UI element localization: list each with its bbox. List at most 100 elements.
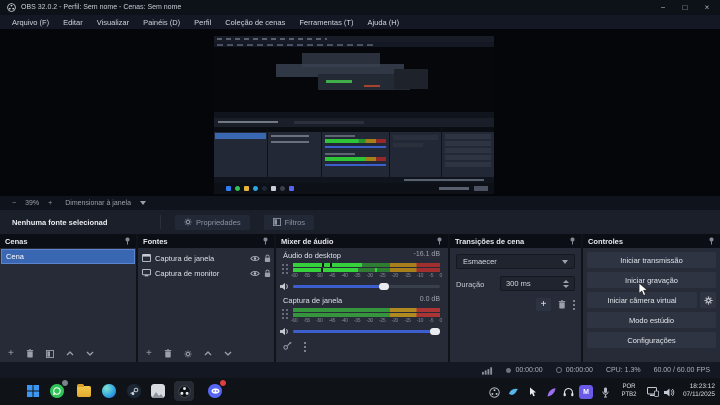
start-button[interactable]	[24, 382, 42, 400]
taskbar-photos-icon[interactable]	[149, 382, 167, 400]
menu-paineis[interactable]: Painéis (D)	[136, 18, 187, 27]
system-clock[interactable]: 18:23:1207/11/2025	[683, 383, 715, 399]
slider-handle[interactable]	[430, 328, 440, 335]
menu-editar[interactable]: Editar	[56, 18, 90, 27]
speaker-icon[interactable]	[280, 282, 290, 291]
add-transition-button[interactable]: +	[536, 298, 551, 311]
move-scene-down-button[interactable]	[86, 351, 94, 356]
tray-bird-icon[interactable]	[506, 385, 520, 399]
preview-canvas[interactable]	[0, 29, 720, 196]
tray-network-icon[interactable]	[646, 385, 660, 399]
stream-indicator-icon	[556, 367, 562, 373]
transition-menu-dots-icon[interactable]	[573, 300, 575, 302]
source-properties-gear-icon[interactable]	[184, 350, 192, 358]
pin-icon[interactable]	[569, 237, 576, 245]
slider-handle[interactable]	[379, 283, 389, 290]
menu-colecao-de-cenas[interactable]: Coleção de cenas	[218, 18, 292, 27]
pin-icon[interactable]	[124, 237, 131, 245]
lock-icon[interactable]	[264, 269, 271, 278]
mini-taskbar	[214, 183, 494, 194]
tray-medal-icon[interactable]: M	[579, 385, 593, 399]
remove-scene-button[interactable]	[26, 349, 34, 358]
window-capture-icon	[142, 254, 151, 262]
pin-icon[interactable]	[436, 237, 443, 245]
transition-selected-value: Esmaecer	[463, 257, 497, 266]
tick-label: -55	[304, 273, 310, 279]
taskbar-whatsapp-icon[interactable]	[48, 382, 66, 400]
chevron-down-icon[interactable]	[140, 201, 146, 205]
fit-mode-label[interactable]: Dimensionar à janela	[65, 200, 131, 207]
taskbar-steam-icon[interactable]	[125, 382, 143, 400]
scenes-title: Cenas	[5, 237, 28, 246]
eye-icon[interactable]	[250, 255, 260, 262]
lock-icon[interactable]	[264, 254, 271, 263]
obs-window: OBS 32.0.2 - Perfil: Sem nome - Cenas: S…	[0, 0, 720, 405]
zoom-in-button[interactable]: +	[48, 200, 52, 207]
volume-slider[interactable]	[293, 330, 440, 333]
spin-down-icon[interactable]	[563, 285, 569, 288]
source-item-window-capture[interactable]: Captura de janela	[142, 251, 271, 265]
remove-transition-button[interactable]	[558, 300, 566, 309]
channel-level: -16.1 dB	[414, 251, 440, 258]
start-recording-button[interactable]: Iniciar gravação	[587, 272, 716, 288]
menu-ferramentas[interactable]: Ferramentas (T)	[292, 18, 360, 27]
tray-obs-icon[interactable]	[487, 385, 501, 399]
menu-perfil[interactable]: Perfil	[187, 18, 218, 27]
menu-arquivo[interactable]: Arquivo (F)	[5, 18, 56, 27]
start-streaming-button[interactable]: Iniciar transmissão	[587, 252, 716, 268]
cpu-usage: CPU: 1.3%	[606, 367, 641, 374]
duration-spinner[interactable]: 300 ms	[500, 276, 575, 291]
settings-button[interactable]: Configurações	[587, 332, 716, 348]
menu-ajuda[interactable]: Ajuda (H)	[361, 18, 407, 27]
zoom-out-button[interactable]: −	[12, 200, 16, 207]
tray-feather-icon[interactable]	[544, 385, 558, 399]
advanced-audio-icon[interactable]	[283, 342, 292, 351]
close-button[interactable]: ×	[696, 0, 718, 15]
tray-cursor-icon[interactable]	[526, 385, 540, 399]
properties-button[interactable]: Propriedades	[175, 215, 250, 230]
scene-item-selected[interactable]: Cena	[1, 249, 135, 264]
move-scene-up-button[interactable]	[66, 351, 74, 356]
speaker-icon[interactable]	[280, 327, 290, 336]
volume-slider[interactable]	[293, 285, 440, 288]
transition-select[interactable]: Esmaecer	[456, 254, 575, 269]
channel-name: Áudio do desktop	[283, 251, 341, 260]
menu-visualizar[interactable]: Visualizar	[90, 18, 136, 27]
pin-icon[interactable]	[262, 237, 269, 245]
taskbar-edge-icon[interactable]	[100, 382, 118, 400]
taskbar-discord-icon[interactable]	[206, 382, 224, 400]
taskbar-explorer-icon[interactable]	[75, 382, 93, 400]
tray-microphone-icon[interactable]	[598, 385, 612, 399]
add-source-button[interactable]: +	[146, 349, 152, 358]
spin-up-icon[interactable]	[563, 280, 569, 283]
eye-icon[interactable]	[250, 270, 260, 277]
source-item-monitor-capture[interactable]: Captura de monitor	[142, 266, 271, 280]
move-source-up-button[interactable]	[204, 351, 212, 356]
virtual-camera-config-button[interactable]	[700, 292, 716, 308]
tray-headphones-icon[interactable]	[561, 385, 575, 399]
tick-label: -25	[379, 273, 385, 279]
zoom-level: 39%	[25, 200, 39, 207]
vu-meter	[293, 313, 440, 317]
scene-filters-icon[interactable]	[46, 350, 54, 358]
stream-time: 00:00:00	[566, 367, 593, 374]
tick-label: -25	[379, 318, 385, 324]
mixer-menu-dots-icon[interactable]	[304, 342, 306, 344]
studio-mode-button[interactable]: Modo estúdio	[587, 312, 716, 328]
monitor-capture-icon	[142, 269, 151, 277]
channel-grip-handle[interactable]	[282, 309, 284, 311]
taskbar-obs-icon-active[interactable]	[174, 381, 194, 401]
move-source-down-button[interactable]	[224, 351, 232, 356]
remove-source-button[interactable]	[164, 349, 172, 358]
tray-speaker-icon[interactable]	[662, 385, 676, 399]
add-scene-button[interactable]: +	[8, 349, 14, 358]
language-indicator[interactable]: PORPTB2	[617, 383, 641, 399]
tick-label: -10	[417, 273, 423, 279]
tick-label: -15	[404, 318, 410, 324]
filters-button[interactable]: Filtros	[264, 215, 314, 230]
minimize-button[interactable]: −	[652, 0, 674, 15]
maximize-button[interactable]: □	[674, 0, 696, 15]
channel-grip-handle[interactable]	[282, 264, 284, 266]
pin-icon[interactable]	[708, 237, 715, 245]
vu-meter	[293, 263, 440, 267]
